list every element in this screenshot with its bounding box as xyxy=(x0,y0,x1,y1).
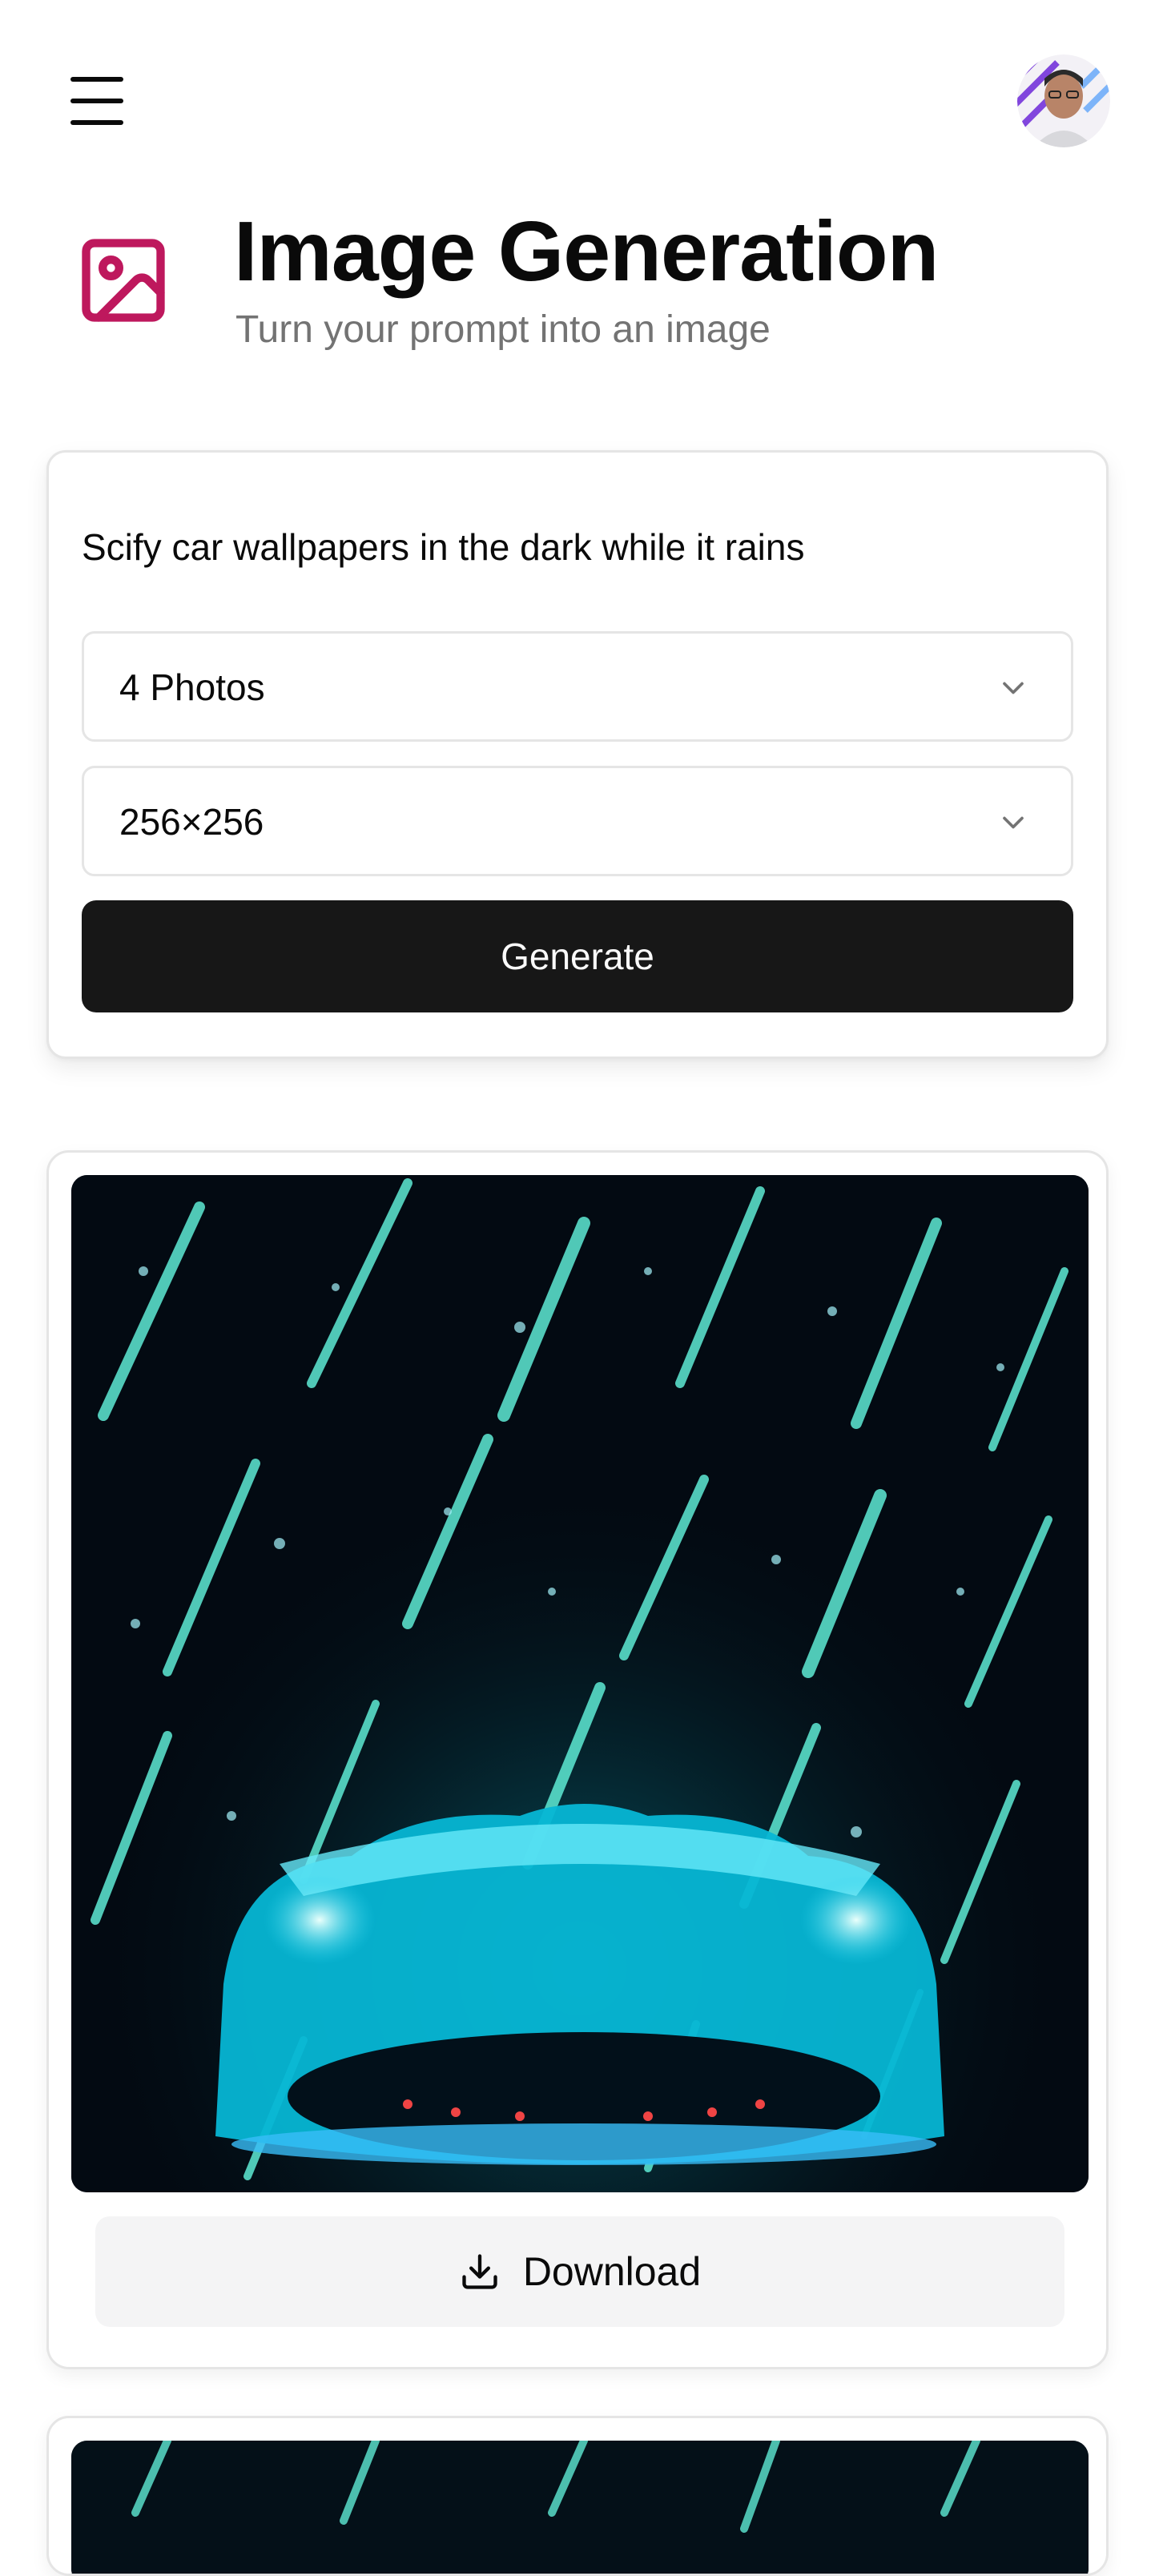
user-avatar[interactable] xyxy=(1017,54,1110,147)
image-icon xyxy=(74,231,173,330)
top-bar xyxy=(0,0,1155,200)
page-title: Image Generation xyxy=(234,204,939,299)
generated-image xyxy=(71,1175,1089,2192)
download-button[interactable]: Download xyxy=(95,2216,1064,2327)
generated-image-card xyxy=(46,2416,1109,2576)
amount-select[interactable]: 4 Photos xyxy=(82,631,1073,742)
resolution-select-value: 256×256 xyxy=(119,801,264,843)
page-subtitle: Turn your prompt into an image xyxy=(235,308,771,351)
generated-image-card: Download xyxy=(46,1150,1109,2369)
amount-select-value: 4 Photos xyxy=(119,666,265,708)
resolution-select[interactable]: 256×256 xyxy=(82,766,1073,876)
chevron-down-icon xyxy=(996,670,1031,706)
chevron-down-icon xyxy=(996,805,1031,840)
download-icon xyxy=(462,2254,497,2289)
prompt-input[interactable]: Scify car wallpapers in the dark while i… xyxy=(82,525,804,569)
generated-image xyxy=(71,2441,1089,2574)
hamburger-menu-icon[interactable] xyxy=(70,77,131,125)
download-label: Download xyxy=(522,2249,702,2294)
generate-button[interactable]: Generate xyxy=(82,900,1073,1012)
